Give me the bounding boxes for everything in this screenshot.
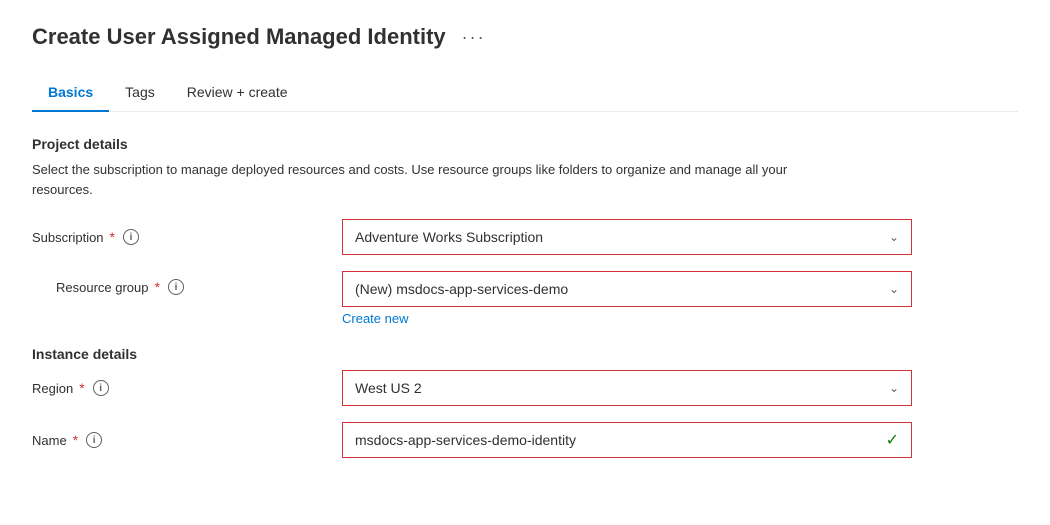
region-required: * xyxy=(79,380,84,396)
tab-basics[interactable]: Basics xyxy=(32,74,109,112)
tabs-row: Basics Tags Review + create xyxy=(32,74,1018,112)
resource-group-row: Resource group * i (New) msdocs-app-serv… xyxy=(32,271,1018,326)
resource-group-required: * xyxy=(155,279,160,295)
resource-group-dropdown[interactable]: (New) msdocs-app-services-demo ⌄ xyxy=(342,271,912,307)
page-title-row: Create User Assigned Managed Identity ··… xyxy=(32,24,1018,50)
subscription-row: Subscription * i Adventure Works Subscri… xyxy=(32,219,1018,255)
resource-group-info-icon[interactable]: i xyxy=(168,279,184,295)
resource-group-label-col: Resource group * i xyxy=(32,271,342,295)
instance-details-section: Instance details Region * i West US 2 ⌄ … xyxy=(32,346,1018,458)
subscription-value: Adventure Works Subscription xyxy=(355,229,543,245)
subscription-dropdown[interactable]: Adventure Works Subscription ⌄ xyxy=(342,219,912,255)
name-label-col: Name * i xyxy=(32,432,342,448)
name-required: * xyxy=(73,432,78,448)
region-dropdown[interactable]: West US 2 ⌄ xyxy=(342,370,912,406)
subscription-required: * xyxy=(110,229,115,245)
region-value: West US 2 xyxy=(355,380,422,396)
name-row: Name * i msdocs-app-services-demo-identi… xyxy=(32,422,1018,458)
tab-review-create[interactable]: Review + create xyxy=(171,74,304,112)
subscription-chevron-icon: ⌄ xyxy=(889,230,899,244)
name-valid-icon: ✓ xyxy=(886,430,899,450)
create-new-link[interactable]: Create new xyxy=(342,311,408,326)
subscription-control: Adventure Works Subscription ⌄ xyxy=(342,219,912,255)
subscription-label: Subscription xyxy=(32,230,104,245)
name-control: msdocs-app-services-demo-identity ✓ xyxy=(342,422,912,458)
project-details-section: Project details Select the subscription … xyxy=(32,136,1018,326)
name-info-icon[interactable]: i xyxy=(86,432,102,448)
resource-group-control: (New) msdocs-app-services-demo ⌄ Create … xyxy=(342,271,912,326)
resource-group-chevron-icon: ⌄ xyxy=(889,282,899,296)
name-value: msdocs-app-services-demo-identity xyxy=(355,432,576,448)
page-title: Create User Assigned Managed Identity xyxy=(32,24,446,50)
region-info-icon[interactable]: i xyxy=(93,380,109,396)
region-chevron-icon: ⌄ xyxy=(889,381,899,395)
resource-group-value: (New) msdocs-app-services-demo xyxy=(355,281,568,297)
region-label-col: Region * i xyxy=(32,380,342,396)
region-label: Region xyxy=(32,381,73,396)
ellipsis-button[interactable]: ··· xyxy=(456,25,492,50)
subscription-info-icon[interactable]: i xyxy=(123,229,139,245)
subscription-label-col: Subscription * i xyxy=(32,229,342,245)
tab-tags[interactable]: Tags xyxy=(109,74,171,112)
project-details-description: Select the subscription to manage deploy… xyxy=(32,160,812,199)
instance-details-title: Instance details xyxy=(32,346,1018,362)
name-input[interactable]: msdocs-app-services-demo-identity ✓ xyxy=(342,422,912,458)
name-label: Name xyxy=(32,433,67,448)
region-row: Region * i West US 2 ⌄ xyxy=(32,370,1018,406)
region-control: West US 2 ⌄ xyxy=(342,370,912,406)
project-details-title: Project details xyxy=(32,136,1018,152)
resource-group-label: Resource group xyxy=(56,280,149,295)
